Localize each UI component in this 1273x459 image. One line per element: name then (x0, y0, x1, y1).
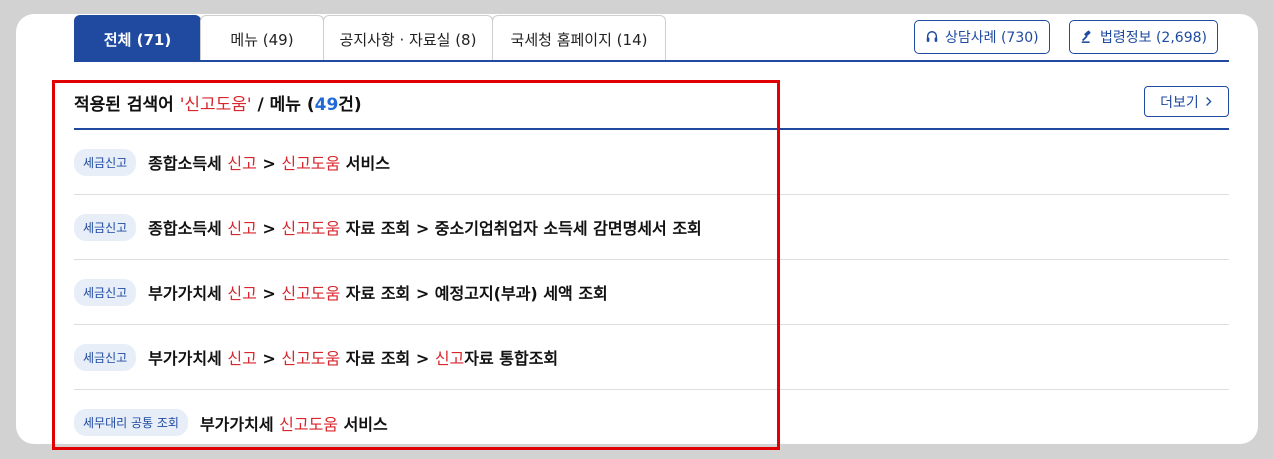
keyword-highlight: 신고 (227, 154, 257, 173)
more-label: 더보기 (1160, 94, 1199, 111)
category-badge: 세무대리 공통 조회 (74, 409, 188, 436)
category-badge: 세금신고 (74, 278, 137, 306)
menu-path: 부가가치세 신고 > 신고도움 자료 조회 > 신고자료 통합조회 (148, 345, 558, 369)
law-info-button[interactable]: 법령정보 (2,698) (1069, 20, 1218, 54)
path-text: > (256, 349, 282, 368)
path-text: > (256, 154, 282, 173)
path-text: 부가가치세 (199, 414, 280, 434)
path-text: 자료 조회 > 예정고지(부과) 세액 조회 (340, 284, 608, 303)
chevron-right-icon (1205, 97, 1212, 106)
keyword-highlight: 신고 (227, 349, 257, 368)
result-item[interactable]: 세무대리 공통 조회 부가가치세 신고도움 서비스 (74, 390, 1229, 444)
consult-cases-button[interactable]: 상담사례 (730) (914, 20, 1050, 54)
keyword-highlight: 신고도움 (281, 349, 341, 368)
path-text: 부가가치세 (148, 284, 228, 303)
path-text: 서비스 (340, 154, 390, 173)
law-info-label: 법령정보 (2,698) (1100, 30, 1207, 46)
path-text: > (256, 284, 282, 303)
section-suffix: 건) (338, 95, 362, 115)
section-prefix: 적용된 검색어 (74, 95, 180, 115)
result-item[interactable]: 세금신고 종합소득세 신고 > 신고도움 서비스 (74, 130, 1229, 195)
category-badge: 세금신고 (74, 343, 137, 371)
keyword-highlight: 신고 (227, 284, 257, 303)
menu-path: 부가가치세 신고도움 서비스 (200, 411, 388, 435)
result-item[interactable]: 세금신고 종합소득세 신고 > 신고도움 자료 조회 > 중소기업취업자 소득세 … (74, 195, 1229, 260)
result-item[interactable]: 세금신고 부가가치세 신고 > 신고도움 자료 조회 > 신고자료 통합조회 (74, 325, 1229, 390)
tab-nts-homepage[interactable]: 국세청 홈페이지 (14) (492, 15, 666, 62)
category-badge: 세금신고 (74, 213, 137, 241)
result-item[interactable]: 세금신고 부가가치세 신고 > 신고도움 자료 조회 > 예정고지(부과) 세액 … (74, 260, 1229, 325)
more-button[interactable]: 더보기 (1144, 86, 1229, 117)
path-text: 자료 조회 > (340, 349, 435, 368)
tab-notice-archive[interactable]: 공지사항 · 자료실 (8) (323, 15, 493, 62)
category-badge: 세금신고 (74, 148, 137, 176)
result-count: 49 (314, 95, 339, 115)
section-title: 적용된 검색어 '신고도움' / 메뉴 (49건) (74, 90, 362, 115)
gavel-icon (1081, 30, 1091, 43)
path-text: > (256, 219, 282, 238)
tab-divider (74, 60, 1229, 62)
path-text: 부가가치세 (148, 349, 228, 368)
path-text: 종합소득세 (148, 219, 228, 238)
result-list: 세금신고 종합소득세 신고 > 신고도움 서비스 세금신고 종합소득세 신고 > 신고… (74, 130, 1229, 444)
search-keyword: '신고도움' (179, 95, 252, 115)
path-text: 서비스 (338, 414, 388, 434)
search-results-card: 전체 (71) 메뉴 (49) 공지사항 · 자료실 (8) 국세청 홈페이지 … (16, 14, 1258, 444)
keyword-highlight: 신고 (227, 219, 257, 238)
section-middle: / 메뉴 ( (251, 95, 315, 115)
menu-path: 부가가치세 신고 > 신고도움 자료 조회 > 예정고지(부과) 세액 조회 (148, 280, 608, 304)
keyword-highlight: 신고도움 (279, 414, 339, 434)
keyword-highlight: 신고도움 (281, 284, 341, 303)
menu-path: 종합소득세 신고 > 신고도움 자료 조회 > 중소기업취업자 소득세 감면명세… (148, 215, 702, 239)
tab-menu[interactable]: 메뉴 (49) (200, 15, 324, 62)
path-text: 자료 조회 > 중소기업취업자 소득세 감면명세서 조회 (340, 219, 702, 238)
keyword-highlight: 신고도움 (281, 154, 341, 173)
keyword-highlight: 신고 (434, 349, 465, 368)
tab-all[interactable]: 전체 (71) (74, 15, 201, 62)
menu-path: 종합소득세 신고 > 신고도움 서비스 (148, 150, 390, 174)
consult-cases-label: 상담사례 (730) (945, 30, 1039, 46)
keyword-highlight: 신고도움 (281, 219, 341, 238)
path-text: 종합소득세 (148, 154, 228, 173)
path-text: 자료 통합조회 (464, 349, 559, 368)
category-tabs: 전체 (71) 메뉴 (49) 공지사항 · 자료실 (8) 국세청 홈페이지 … (74, 15, 666, 62)
headset-icon (926, 31, 938, 42)
